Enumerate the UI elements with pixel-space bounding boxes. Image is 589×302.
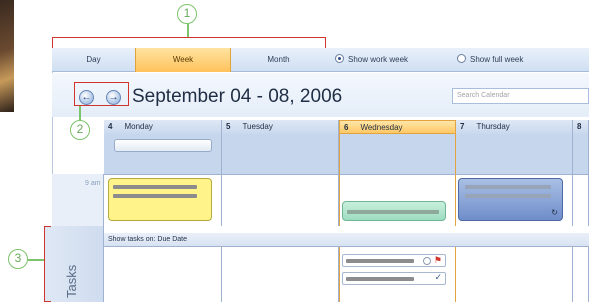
tasks-header[interactable]: Show tasks on: Due Date [104,233,589,247]
show-work-week-label: Show work week [348,55,409,64]
appointment[interactable] [108,178,212,221]
view-toolbar: Day Week Month Show work week Show full … [52,48,589,72]
time-slot-cell[interactable] [222,174,339,226]
time-label: 9 am [85,180,101,187]
tab-month[interactable]: Month [231,48,326,72]
day-header-wednesday[interactable]: 6 Wednesday [339,120,456,134]
tab-day[interactable]: Day [52,48,135,72]
appointment-text-placeholder [347,210,439,214]
search-input[interactable]: Search Calendar [452,88,589,104]
task-cell[interactable] [222,247,339,302]
radio-checked-icon[interactable] [335,54,344,63]
recurrence-icon: ↻ [551,208,558,217]
time-slot-cell[interactable] [573,174,589,226]
day-number: 5 [226,122,231,131]
checkmark-icon[interactable]: ✓ [434,272,442,283]
task-cell[interactable] [573,247,589,302]
appointment[interactable]: ↻ [458,178,563,221]
callout-2-line [79,106,81,120]
all-day-appointment[interactable] [114,139,212,152]
callout-3-line [28,259,44,261]
task-status-circle-icon[interactable] [423,257,431,265]
task-item[interactable]: ⚑ [342,254,446,267]
day-name: Wednesday [360,123,403,132]
all-day-cell[interactable] [456,134,573,174]
day-number: 4 [108,122,113,131]
day-number: 7 [460,122,465,131]
all-day-cell[interactable] [222,134,339,174]
day-header-thursday[interactable]: 7 Thursday [456,120,573,134]
day-name: Thursday [476,122,510,131]
day-header-friday[interactable]: 8 [573,120,589,134]
appointment-text-placeholder [465,185,551,189]
flag-icon[interactable]: ⚑ [434,255,442,266]
show-work-week-option[interactable]: Show work week [335,54,408,66]
appointment[interactable] [342,201,446,221]
task-text-placeholder [346,259,414,263]
day-name: Monday [124,122,153,131]
callout-1: 1 [177,4,197,24]
all-day-cell[interactable] [339,134,456,174]
callout-3: 3 [8,249,28,269]
task-cell[interactable] [104,247,222,302]
tasks-label: Tasks [64,264,79,298]
decorative-photo [0,0,14,112]
appointment-text-placeholder [113,185,197,189]
show-full-week-label: Show full week [470,55,524,64]
callout-2-highlight [74,82,129,106]
day-number: 8 [577,122,582,131]
all-day-cell[interactable] [573,134,589,174]
appointment-text-placeholder [113,194,197,198]
tasks-label-wrap: Tasks [64,265,97,302]
date-range-title: September 04 - 08, 2006 [132,86,343,107]
callout-1-line [187,24,189,37]
show-full-week-option[interactable]: Show full week [457,54,523,66]
appointment-text-placeholder [465,194,551,198]
task-item[interactable]: ✓ [342,272,446,285]
day-header-monday[interactable]: 4 Monday [104,120,222,134]
tab-week[interactable]: Week [135,48,231,72]
callout-3-highlight [44,226,51,302]
callout-2: 2 [70,120,90,140]
day-number: 6 [344,123,349,132]
day-name: Tuesday [242,122,273,131]
radio-unchecked-icon[interactable] [457,54,466,63]
task-text-placeholder [346,277,414,281]
day-header-tuesday[interactable]: 5 Tuesday [222,120,339,134]
task-cell[interactable] [456,247,573,302]
